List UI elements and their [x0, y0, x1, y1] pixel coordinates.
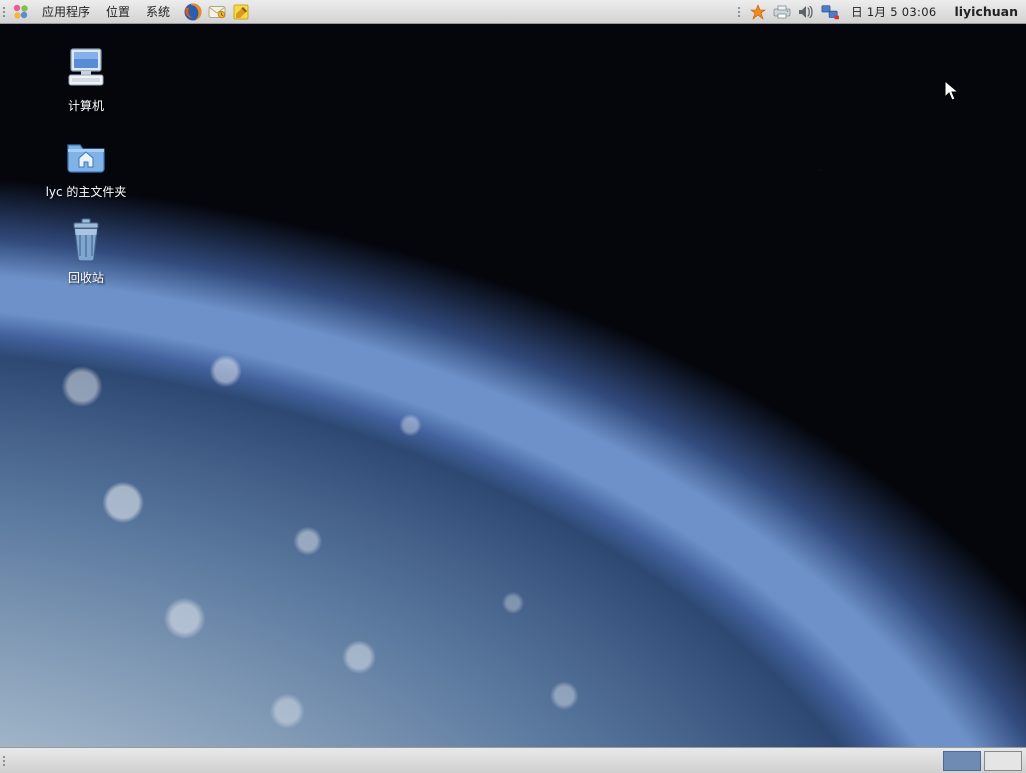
menu-system-label: 系统 — [146, 3, 170, 20]
menu-places-label: 位置 — [106, 3, 130, 20]
workspace-switcher — [939, 749, 1026, 773]
panel-left: 应用程序 位置 系统 — [8, 0, 252, 23]
trash-label: 回收站 — [65, 268, 107, 287]
notes-icon — [231, 2, 251, 22]
workspace-2[interactable] — [984, 751, 1022, 771]
computer-icon — [62, 44, 110, 92]
top-panel: 应用程序 位置 系统 — [0, 0, 1026, 24]
desktop-icon-computer[interactable]: 计算机 — [36, 44, 136, 115]
menu-applications-label: 应用程序 — [42, 3, 90, 20]
menu-applications[interactable]: 应用程序 — [34, 0, 98, 23]
user-switcher[interactable]: liyichuan — [948, 4, 1018, 19]
tray-grip[interactable] — [735, 0, 743, 23]
quick-launchers — [178, 0, 252, 23]
menu-places[interactable]: 位置 — [98, 0, 138, 23]
home-folder-icon — [62, 130, 110, 178]
firefox-launcher[interactable] — [182, 1, 204, 23]
panel-grip-bottom[interactable] — [0, 748, 8, 773]
panel-clock[interactable]: 日 1月 5 03:06 — [845, 4, 942, 20]
computer-label: 计算机 — [65, 96, 107, 115]
desktop-area[interactable]: 计算机 lyc 的主文件夹 回收站 — [0, 24, 1026, 747]
username-label: liyichuan — [954, 4, 1018, 19]
volume-tray-icon[interactable] — [797, 3, 815, 21]
home-label: lyc 的主文件夹 — [43, 182, 130, 201]
panel-grip[interactable] — [0, 0, 8, 23]
firefox-icon — [183, 2, 203, 22]
mail-icon — [207, 2, 227, 22]
system-tray — [749, 3, 839, 21]
network-tray-icon[interactable] — [821, 3, 839, 21]
desktop-icon-home[interactable]: lyc 的主文件夹 — [36, 130, 136, 201]
notes-launcher[interactable] — [230, 1, 252, 23]
trash-icon — [62, 216, 110, 264]
update-notifier-icon[interactable] — [749, 3, 767, 21]
clock-text: 日 1月 5 03:06 — [851, 5, 936, 19]
distributor-logo-icon — [11, 2, 31, 22]
desktop-icon-trash[interactable]: 回收站 — [36, 216, 136, 287]
workspace-1[interactable] — [943, 751, 981, 771]
mail-launcher[interactable] — [206, 1, 228, 23]
panel-right: 日 1月 5 03:06 liyichuan — [735, 0, 1026, 23]
menu-system[interactable]: 系统 — [138, 0, 178, 23]
bottom-panel — [0, 747, 1026, 773]
printer-tray-icon[interactable] — [773, 3, 791, 21]
